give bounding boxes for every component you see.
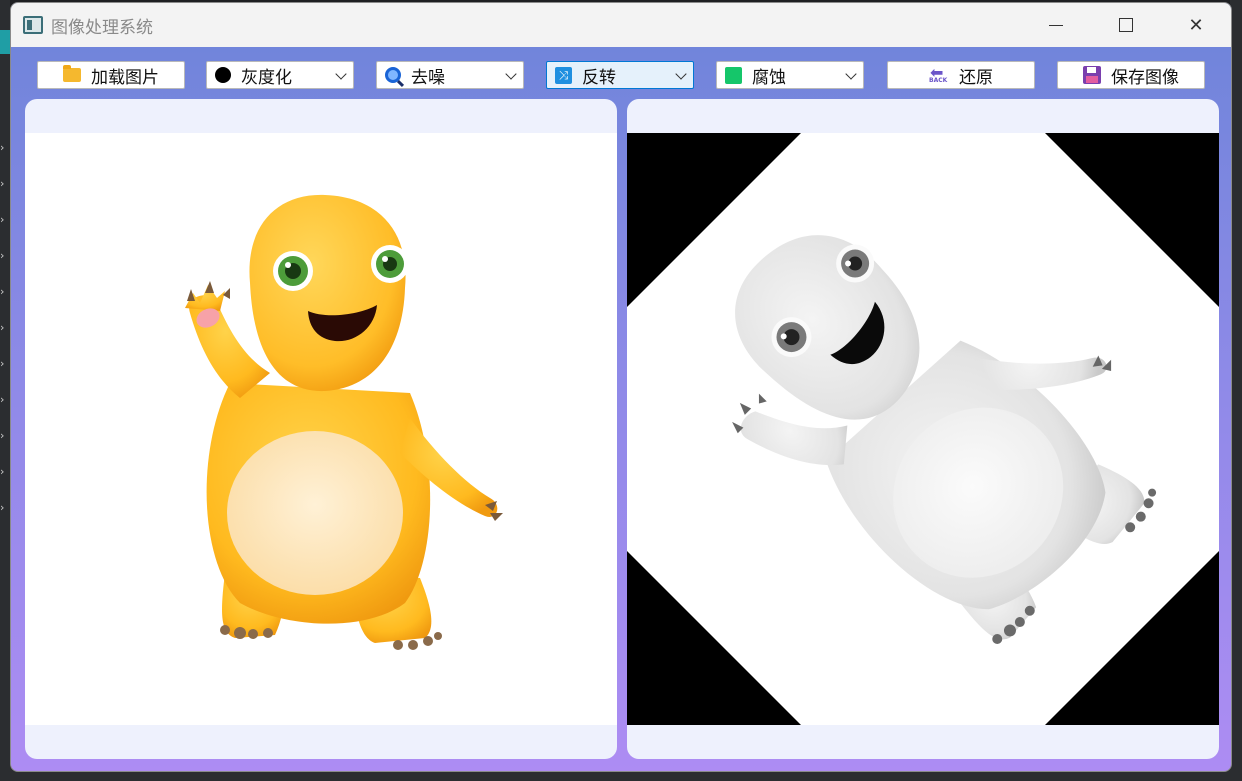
yellow-monster-illustration bbox=[185, 194, 503, 650]
window-title: 图像处理系统 bbox=[51, 17, 153, 38]
chevron-right-icon: › bbox=[0, 357, 5, 370]
chevron-down-icon bbox=[845, 68, 857, 80]
folder-icon bbox=[63, 65, 81, 82]
back-icon bbox=[929, 63, 949, 84]
background-ide-left: › › › › › › › › › › › bbox=[0, 0, 10, 781]
denoise-combo-value: 去噪 bbox=[411, 67, 445, 88]
app-icon bbox=[23, 16, 43, 34]
chevron-right-icon: › bbox=[0, 429, 5, 442]
erode-combo[interactable]: 腐蚀 bbox=[716, 61, 864, 89]
chevron-right-icon: › bbox=[0, 177, 5, 190]
load-image-label: 加载图片 bbox=[91, 67, 159, 88]
original-image bbox=[25, 133, 617, 725]
close-icon: ✕ bbox=[1188, 14, 1204, 36]
chevron-right-icon: › bbox=[0, 213, 5, 226]
title-bar[interactable]: 图像处理系统 ✕ bbox=[11, 3, 1231, 47]
flip-combo[interactable]: ⤨ 反转 bbox=[546, 61, 694, 89]
close-button[interactable]: ✕ bbox=[1161, 3, 1231, 47]
restore-button[interactable]: 还原 bbox=[887, 61, 1035, 89]
dot-icon bbox=[215, 67, 231, 83]
maximize-icon bbox=[1119, 18, 1133, 32]
chevron-right-icon: › bbox=[0, 321, 5, 334]
chevron-right-icon: › bbox=[0, 249, 5, 262]
window-controls: ✕ bbox=[1021, 3, 1231, 47]
processed-image-panel bbox=[627, 99, 1219, 759]
grayscale-combo[interactable]: 灰度化 bbox=[206, 61, 354, 89]
processed-image bbox=[627, 133, 1219, 725]
chevron-right-icon: › bbox=[0, 141, 5, 154]
chevron-right-icon: › bbox=[0, 285, 5, 298]
square-icon bbox=[725, 66, 742, 84]
grayscale-monster-illustration bbox=[627, 133, 1219, 725]
chevron-down-icon bbox=[335, 68, 347, 80]
erode-combo-value: 腐蚀 bbox=[752, 67, 786, 88]
denoise-combo[interactable]: 去噪 bbox=[376, 61, 524, 89]
chevron-down-icon bbox=[675, 68, 687, 80]
original-image-panel bbox=[25, 99, 617, 759]
floppy-icon bbox=[1083, 66, 1101, 84]
load-image-button[interactable]: 加载图片 bbox=[37, 61, 185, 89]
minimize-button[interactable] bbox=[1021, 3, 1091, 47]
chevron-right-icon: › bbox=[0, 501, 5, 514]
flip-combo-value: 反转 bbox=[582, 67, 616, 88]
chevron-down-icon bbox=[505, 68, 517, 80]
chevron-right-icon: › bbox=[0, 393, 5, 406]
shuffle-icon: ⤨ bbox=[555, 66, 572, 84]
minimize-icon bbox=[1049, 24, 1063, 26]
save-image-button[interactable]: 保存图像 bbox=[1057, 61, 1205, 89]
restore-label: 还原 bbox=[959, 67, 993, 88]
chevron-right-icon: › bbox=[0, 465, 5, 478]
toolbar: 加载图片 灰度化 去噪 ⤨ 反转 腐蚀 还原 保存图像 bbox=[11, 61, 1231, 91]
grayscale-combo-value: 灰度化 bbox=[241, 67, 292, 88]
save-image-label: 保存图像 bbox=[1111, 67, 1179, 88]
maximize-button[interactable] bbox=[1091, 3, 1161, 47]
background-ide-tab bbox=[0, 30, 10, 54]
main-window: 图像处理系统 ✕ 加载图片 灰度化 去噪 ⤨ 反转 腐蚀 ⬅ BACK 还原 保… bbox=[10, 2, 1232, 772]
magnifier-icon bbox=[385, 67, 401, 83]
